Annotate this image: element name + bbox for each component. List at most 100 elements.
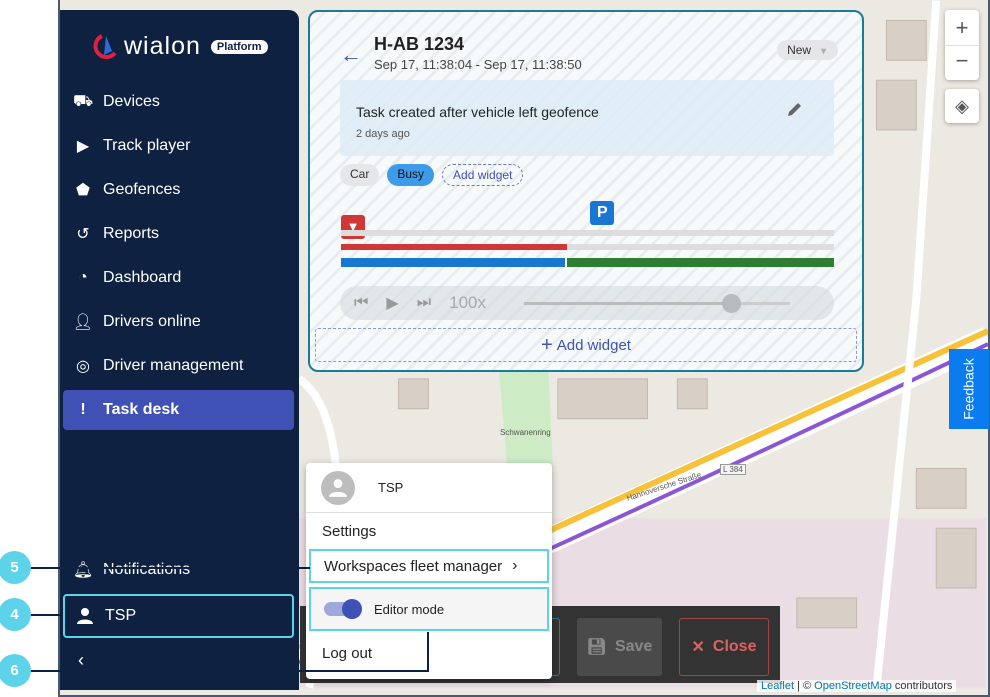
- menu-item-logout[interactable]: Log out: [306, 635, 552, 671]
- collapse-sidebar-chevron-left-icon[interactable]: ‹: [78, 650, 84, 671]
- sidebar-item-drivers-online[interactable]: 👤︎ Drivers online: [63, 302, 294, 342]
- leaflet-link[interactable]: Leaflet: [761, 680, 794, 692]
- sidebar-item-dashboard[interactable]: ◔ Dashboard: [63, 258, 294, 298]
- bell-icon: 🔔︎: [72, 562, 94, 579]
- osm-link[interactable]: OpenStreetMap: [814, 680, 892, 692]
- menu-label: Editor mode: [374, 601, 445, 617]
- history-icon: ↺: [76, 226, 90, 243]
- task-title: H-AB 1234: [374, 34, 465, 54]
- sidebar-item-label: Track player: [103, 137, 191, 154]
- task-panel: ← H-AB 1234 Sep 17, 11:38:04 - Sep 17, 1…: [308, 10, 864, 372]
- timeline-track-geofence: [341, 244, 834, 250]
- user-menu: TSP Settings Workspaces fleet manager › E…: [306, 463, 552, 679]
- menu-item-workspaces[interactable]: Workspaces fleet manager ›: [309, 549, 549, 583]
- add-widget-label: Add widget: [556, 336, 631, 354]
- parking-icon[interactable]: P: [590, 201, 615, 225]
- zoom-out-icon[interactable]: −: [945, 45, 979, 80]
- back-arrow-icon[interactable]: ←: [340, 42, 362, 68]
- skip-previous-icon[interactable]: ⏮︎: [354, 294, 368, 312]
- speed-value[interactable]: 100x: [449, 293, 486, 313]
- sidebar-item-label: Drivers online: [103, 313, 201, 330]
- add-widget-button[interactable]: + Add widget: [315, 328, 857, 362]
- chip-car[interactable]: Car: [340, 164, 380, 186]
- status-dropdown[interactable]: New ▼: [777, 40, 838, 60]
- driver-online-icon: 👤︎: [72, 314, 94, 331]
- sidebar-item-label: Reports: [103, 225, 160, 242]
- chevron-right-icon: ›: [512, 557, 518, 574]
- menu-username: TSP: [378, 480, 404, 495]
- sidebar-item-devices[interactable]: ⛟ Devices: [63, 82, 294, 122]
- menu-item-editor-mode[interactable]: Editor mode: [309, 587, 549, 631]
- layers-icon[interactable]: ◈: [945, 89, 979, 123]
- callout-line-6: [30, 670, 428, 672]
- play-icon[interactable]: ▶︎: [386, 293, 398, 313]
- menu-label: Log out: [322, 644, 373, 662]
- sidebar-item-label: Notifications: [103, 561, 191, 578]
- timeline-red-segment: [341, 244, 567, 250]
- sidebar-item-reports[interactable]: ↺ Reports: [63, 214, 294, 254]
- map-attribution: Leaflet | © OpenStreetMap contributors: [757, 680, 957, 692]
- sidebar-item-geofences[interactable]: ⬟ Geofences: [63, 170, 294, 210]
- plus-icon: +: [541, 333, 553, 356]
- sidebar-item-label: TSP: [105, 607, 137, 624]
- edit-pencil-icon[interactable]: [786, 100, 804, 123]
- sidebar-item-label: Driver management: [103, 357, 244, 374]
- menu-label: Workspaces fleet manager: [324, 557, 503, 575]
- task-note: Task created after vehicle left geofence…: [340, 80, 834, 156]
- callout-6: 6: [0, 654, 31, 687]
- track-player: ⏮︎ ▶︎ ⏭︎ 100x: [340, 286, 834, 320]
- note-text: Task created after vehicle left geofence: [356, 104, 599, 120]
- save-label: Save: [614, 638, 653, 655]
- progress-slider[interactable]: [524, 294, 790, 313]
- menu-label: Settings: [322, 522, 377, 540]
- slider-knob[interactable]: [722, 294, 742, 313]
- sidebar-item-track-player[interactable]: ▶ Track player: [63, 126, 294, 166]
- feedback-label: Feedback: [961, 358, 978, 420]
- close-button[interactable]: ✕ Close: [679, 618, 769, 676]
- chevron-down-icon: ▼: [819, 46, 828, 56]
- sidebar-item-label: Dashboard: [103, 269, 182, 286]
- editor-mode-toggle[interactable]: [324, 599, 362, 619]
- attr-rest: contributors: [891, 680, 953, 692]
- sidebar: wialon Platform ⛟ Devices ▶ Track player ⬟ Ge…: [60, 10, 299, 690]
- callout-4: 4: [0, 598, 31, 631]
- status-value: New: [787, 43, 812, 57]
- callout-line-5: [30, 567, 310, 569]
- play-circle-icon: ▶: [76, 138, 90, 155]
- attr-sep: | ©: [794, 680, 815, 692]
- map-label-road: L 384: [720, 464, 746, 475]
- timeline-track-parking: [341, 230, 834, 236]
- pie-chart-icon: ◔: [78, 269, 88, 286]
- avatar: [321, 470, 355, 505]
- sidebar-nav: ⛟ Devices ▶ Track player ⬟ Geofences ↺ Reports ◔…: [63, 82, 294, 434]
- save-button[interactable]: 💾︎ Save: [577, 618, 662, 676]
- chip-busy[interactable]: Busy: [387, 164, 435, 186]
- logo-icon: [93, 33, 117, 59]
- sidebar-item-user[interactable]: TSP: [63, 594, 294, 638]
- sidebar-item-driver-management[interactable]: ◎ Driver management: [63, 346, 294, 386]
- feedback-button[interactable]: Feedback: [949, 349, 989, 429]
- steering-wheel-icon: ◎: [76, 358, 90, 375]
- callout-line-6-vertical: [427, 632, 429, 672]
- logo-badge: Platform: [210, 39, 268, 54]
- clipboard-alert-icon: !: [80, 401, 86, 418]
- sidebar-item-task-desk[interactable]: ! Task desk: [63, 390, 294, 430]
- zoom-in-icon[interactable]: +: [956, 10, 969, 45]
- menu-item-settings[interactable]: Settings: [306, 513, 552, 549]
- add-widget-chip[interactable]: Add widget: [442, 164, 524, 186]
- wialon-logo: wialon Platform: [90, 32, 268, 61]
- close-label: Close: [712, 638, 757, 655]
- note-time: 2 days ago: [356, 128, 410, 140]
- sidebar-item-label: Geofences: [103, 181, 181, 198]
- callout-5: 5: [0, 551, 31, 584]
- skip-next-icon[interactable]: ⏭︎: [417, 294, 431, 312]
- callout-line-4: [30, 614, 62, 616]
- timeline-blue-segment: [341, 258, 567, 267]
- floppy-icon: 💾︎: [586, 639, 607, 656]
- person-icon: [75, 606, 95, 626]
- sidebar-item-label: Devices: [103, 93, 160, 110]
- sidebar-item-notifications[interactable]: 🔔︎ Notifications: [63, 550, 294, 590]
- zoom-control: + −: [945, 10, 979, 80]
- close-icon: ✕: [691, 639, 705, 656]
- pentagon-icon: ⬟: [76, 182, 90, 199]
